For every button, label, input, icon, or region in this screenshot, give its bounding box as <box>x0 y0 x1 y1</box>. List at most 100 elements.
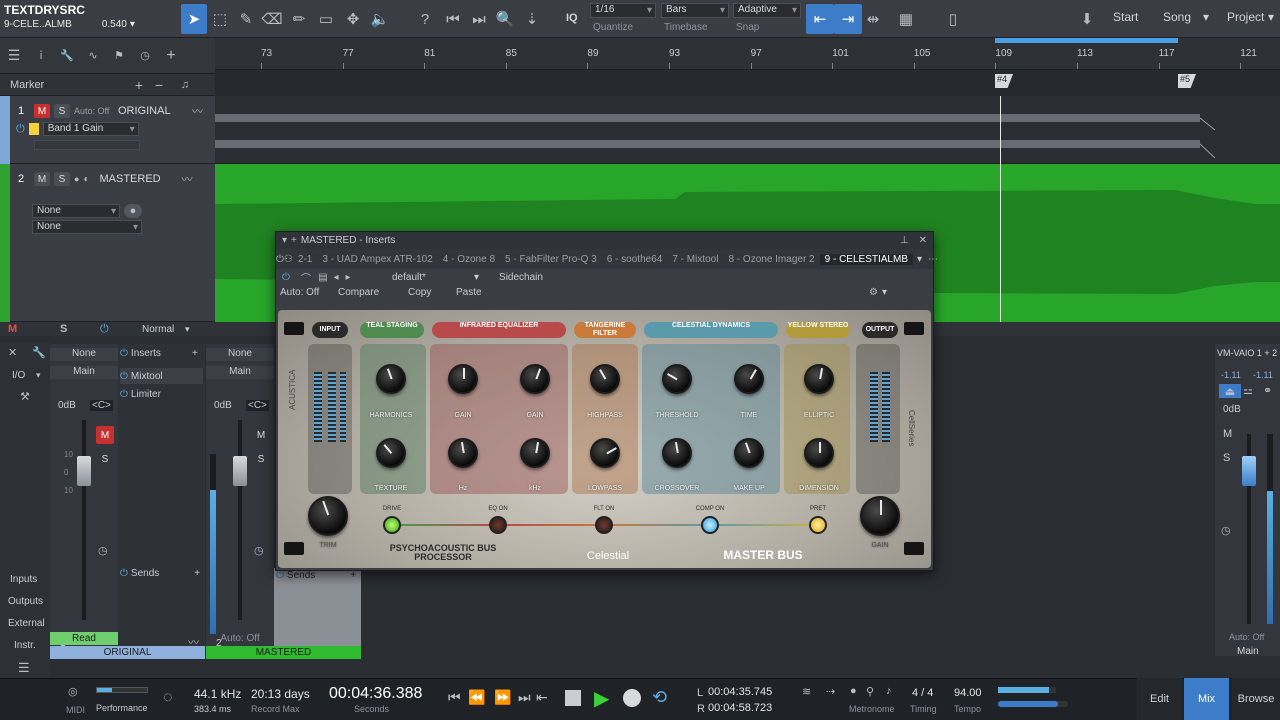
channel-name-mastered[interactable]: MASTERED <box>206 646 361 659</box>
remove-marker-icon[interactable]: − <box>148 77 170 93</box>
inserts-label[interactable]: Inserts <box>131 348 161 359</box>
insert-slot[interactable]: ⏻ Limiter <box>120 386 203 402</box>
makeup-knob[interactable] <box>734 438 764 468</box>
pin-icon[interactable]: ⊥ <box>900 235 909 246</box>
mix-button[interactable]: Mix <box>1184 678 1229 720</box>
eq-low-gain-knob[interactable] <box>448 364 478 394</box>
iq-button[interactable]: IQ <box>566 12 578 24</box>
help-icon[interactable]: ? <box>412 4 438 34</box>
power-icon[interactable]: ⏻ <box>120 371 128 382</box>
eq-high-freq-knob[interactable] <box>520 438 550 468</box>
record-button[interactable] <box>623 689 641 707</box>
record-icon[interactable]: ● <box>74 174 79 184</box>
power-icon[interactable]: ⏻ <box>276 570 284 581</box>
metronome-label[interactable]: Metronome <box>849 704 895 714</box>
nav-external[interactable]: External <box>8 618 45 629</box>
timeline-ruler[interactable]: 73 77 81 85 89 93 97 101 105 109 113 117 121 <box>215 38 1280 70</box>
param-dropdown[interactable]: Band 1 Gain <box>42 122 139 136</box>
metronome-volume-icon[interactable]: ♪ <box>886 685 892 697</box>
paint-tool-icon[interactable]: ✏ <box>286 4 312 34</box>
clock-icon[interactable]: ◷ <box>132 49 158 62</box>
volume-readout[interactable]: 0dB <box>214 400 232 411</box>
loop-start-time[interactable]: 00:04:35.745 <box>708 686 772 698</box>
elliptic-knob[interactable] <box>804 364 834 394</box>
tab-insert[interactable]: 3 - UAD Ampex ATR-102 <box>317 254 437 265</box>
input-dropdown[interactable]: None <box>32 204 120 218</box>
volume-fader[interactable] <box>233 456 247 486</box>
automation-button[interactable]: Auto: Off <box>280 287 338 298</box>
power-icon[interactable]: ⏻ <box>276 254 284 265</box>
solo-button[interactable]: S <box>252 450 270 468</box>
nav-outputs[interactable]: Outputs <box>8 596 43 607</box>
routing-icon[interactable]: ⚇ <box>284 254 293 265</box>
solo-button[interactable]: S <box>54 104 70 118</box>
song-button[interactable]: Song <box>1163 10 1191 24</box>
monitor-toggle[interactable]: ● <box>124 204 142 218</box>
tab-insert[interactable]: 5 - FabFilter Pro-Q 3 <box>500 254 602 265</box>
marker-lane[interactable]: #4 #5 <box>215 70 1280 96</box>
paste-button[interactable]: Paste <box>456 287 496 298</box>
master-volume-slider[interactable] <box>998 701 1068 707</box>
input-selector[interactable]: None <box>50 348 118 361</box>
waveform-icon[interactable]: 〰 <box>181 171 192 187</box>
info-icon[interactable]: ⅰ <box>28 49 54 62</box>
stop-button[interactable] <box>565 690 581 706</box>
tool-icon[interactable]: ⚒ <box>20 390 30 403</box>
preset-dropdown-icon[interactable]: ▾ <box>474 272 479 283</box>
param-slider[interactable] <box>34 140 140 150</box>
quantize-dropdown[interactable]: 1/16 <box>590 3 656 18</box>
sends-label[interactable]: Sends <box>131 568 159 579</box>
preset-list-icon[interactable]: ▤ <box>316 272 330 283</box>
snap-left-icon[interactable]: ⇤ <box>806 4 834 34</box>
mute-all-icon[interactable]: M <box>8 323 17 335</box>
next-preset-icon[interactable]: ▸ <box>342 272 354 283</box>
input-selector[interactable]: None <box>206 348 274 361</box>
range-tool-icon[interactable]: ⬚ <box>207 4 233 34</box>
browse-button[interactable]: Browse <box>1232 678 1280 720</box>
power-icon[interactable]: ⏻ <box>16 123 25 136</box>
tab-insert[interactable]: 7 - Mixtool <box>667 254 723 265</box>
nudge-left-icon[interactable]: ⏮ <box>440 4 466 34</box>
channel-name-original[interactable]: ORIGINAL <box>50 646 205 659</box>
metronome-settings-icon[interactable]: ≋ <box>802 685 811 698</box>
tempo-value[interactable]: 94.00 <box>954 687 982 699</box>
pan-readout[interactable]: <C> <box>246 400 269 411</box>
snap-dropdown[interactable]: Adaptive <box>733 3 801 18</box>
output-selector[interactable]: Main <box>206 366 274 379</box>
time-signature[interactable]: 4 / 4 <box>912 687 933 699</box>
marker[interactable]: #4 <box>995 74 1013 88</box>
inserts-title-bar[interactable]: ▾ + MASTERED - Inserts ⊥ ✕ <box>276 232 933 249</box>
rewind-icon[interactable]: ⏪ <box>468 689 485 706</box>
add-send-icon[interactable]: + <box>194 568 200 579</box>
monitor-icon[interactable]: ⏏ <box>1219 384 1241 398</box>
record-monitor-icon[interactable]: ◷ <box>98 544 108 557</box>
solo-button[interactable]: S <box>96 450 114 468</box>
track-1-header[interactable]: 1 M S Auto: Off ORIGINAL 〰 ⏻ Band 1 Gain <box>0 96 215 164</box>
drive-button[interactable] <box>383 516 401 534</box>
harmonics-knob[interactable] <box>376 364 406 394</box>
autoscroll-icon[interactable]: ⇣ <box>519 4 545 34</box>
io-button[interactable]: I/O <box>12 370 25 381</box>
more-icon[interactable]: ⋯ <box>928 254 938 265</box>
automation-read[interactable]: Read <box>50 632 118 645</box>
wrench-icon[interactable]: 🔧 <box>54 49 80 62</box>
timebase-dropdown[interactable]: Bars <box>661 3 729 18</box>
close-icon[interactable]: ✕ <box>919 235 927 246</box>
mute-button[interactable]: M <box>34 172 50 186</box>
marker[interactable]: #5 <box>1178 74 1196 88</box>
preset-name[interactable]: default* <box>392 272 474 283</box>
performance-label[interactable]: Performance <box>96 703 148 713</box>
lowpass-knob[interactable] <box>590 438 620 468</box>
play-button[interactable]: ▶ <box>594 686 609 711</box>
insert-slot[interactable]: ⏻ Mixtool <box>120 368 203 384</box>
split-tool-icon[interactable]: ✎ <box>233 4 259 34</box>
precount-icon[interactable]: ⇢ <box>826 685 835 698</box>
eq-on-button[interactable] <box>489 516 507 534</box>
filter-on-button[interactable] <box>595 516 613 534</box>
add-track-icon[interactable]: + <box>158 47 184 65</box>
nav-inputs[interactable]: Inputs <box>10 574 37 585</box>
edit-button[interactable]: Edit <box>1137 678 1182 720</box>
sends-label[interactable]: Sends <box>287 570 315 581</box>
metronome-icon[interactable]: ⚍ <box>1243 384 1253 397</box>
listen-tool-icon[interactable]: 🔈 <box>367 4 393 34</box>
